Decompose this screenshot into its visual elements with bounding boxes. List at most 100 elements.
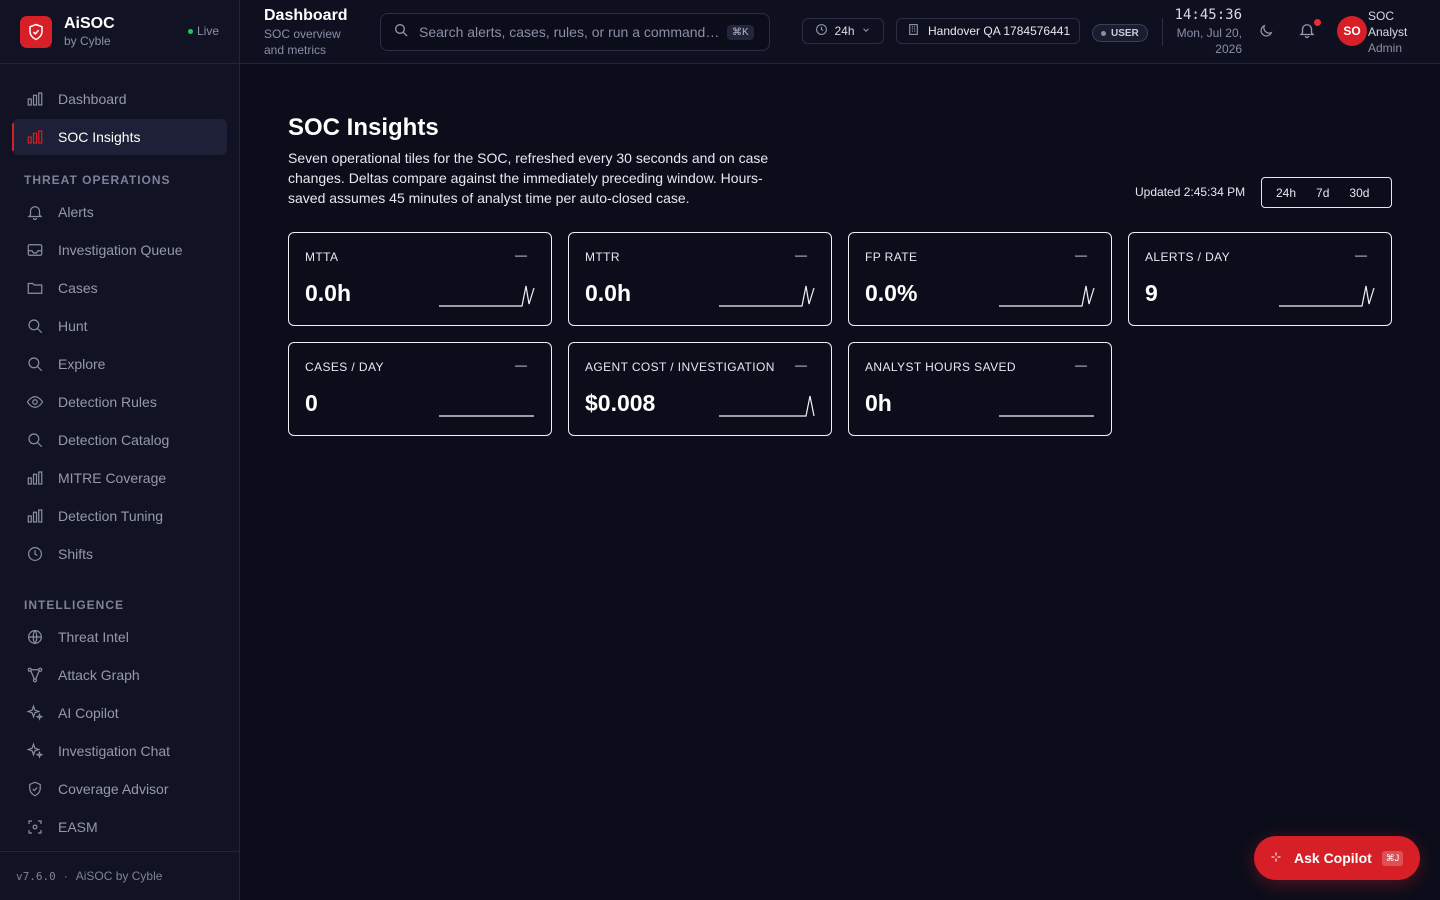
sidebar-item-shifts[interactable]: Shifts <box>12 536 227 572</box>
shield-icon <box>24 778 46 800</box>
tile-value: 0 <box>305 390 318 416</box>
sidebar-item-label: MITRE Coverage <box>58 470 167 486</box>
sidebar-item-label: Cases <box>58 280 98 296</box>
tile-delta: — <box>795 248 807 262</box>
scan-icon <box>24 816 46 838</box>
live-indicator: Live <box>187 24 219 38</box>
moon-icon[interactable] <box>1258 23 1274 44</box>
ask-copilot-button[interactable]: Ask Copilot ⌘J <box>1254 836 1420 880</box>
range-7d-button[interactable]: 7d <box>1306 178 1339 207</box>
sparkline-path <box>999 285 1095 307</box>
command-search[interactable]: Search alerts, cases, rules, or run a co… <box>380 13 770 51</box>
role-badge: USER <box>1092 24 1148 42</box>
avatar[interactable]: SO <box>1337 16 1367 46</box>
sidebar-nav: Dashboard SOC Insights THREAT OPERATIONS… <box>0 64 239 845</box>
search-icon <box>393 22 409 43</box>
sidebar-item-label: Shifts <box>58 546 94 562</box>
sidebar-item-alerts[interactable]: Alerts <box>12 194 227 230</box>
tile-delta: — <box>795 358 807 372</box>
metric-tile-mttr[interactable]: MTTR — 0.0h <box>568 232 832 326</box>
tile-delta: — <box>1075 358 1087 372</box>
page-title: SOC Insights <box>288 114 439 141</box>
range-segmented-control: 24h 7d 30d <box>1261 177 1392 208</box>
role-label: USER <box>1111 27 1139 39</box>
tile-label: MTTA <box>305 250 339 264</box>
sidebar-item-easm[interactable]: EASM <box>12 809 227 845</box>
live-dot-icon <box>187 28 193 34</box>
tile-label: ANALYST HOURS SAVED <box>865 360 1016 374</box>
sidebar-item-attack-graph[interactable]: Attack Graph <box>12 657 227 693</box>
user-menu[interactable]: SOC Analyst Admin <box>1368 8 1428 56</box>
updated-timestamp: Updated 2:45:34 PM <box>1135 185 1246 199</box>
clock-time: 14:45:36 <box>1174 7 1242 23</box>
search-icon <box>24 353 46 375</box>
nav-section-threat-operations: THREAT OPERATIONS <box>24 173 171 187</box>
sidebar-item-detection-catalog[interactable]: Detection Catalog <box>12 422 227 458</box>
sparkline-path <box>719 395 815 417</box>
tile-delta: — <box>1355 248 1367 262</box>
search-shortcut-badge: ⌘K <box>727 24 754 40</box>
metric-tile-alerts-day[interactable]: ALERTS / DAY — 9 <box>1128 232 1392 326</box>
bar-chart-icon <box>24 467 46 489</box>
notifications-bell-icon[interactable] <box>1298 21 1316 44</box>
notification-dot <box>1314 19 1321 26</box>
search-icon <box>24 315 46 337</box>
clock-icon <box>815 23 828 39</box>
metric-tile-agent-cost-investigation[interactable]: AGENT COST / INVESTIGATION — $0.008 <box>568 342 832 436</box>
sidebar-item-ai-copilot[interactable]: AI Copilot <box>12 695 227 731</box>
sidebar-item-soc-insights[interactable]: SOC Insights <box>12 119 227 155</box>
tile-value: 0.0h <box>585 280 632 306</box>
user-role: Admin <box>1368 41 1403 55</box>
sidebar-item-explore[interactable]: Explore <box>12 346 227 382</box>
search-input[interactable]: Search alerts, cases, rules, or run a co… <box>419 24 719 40</box>
role-dot-icon <box>1101 30 1106 36</box>
sidebar-item-label: Coverage Advisor <box>58 781 169 797</box>
brand[interactable]: AiSOC by Cyble Live <box>0 0 239 64</box>
nav-section-intelligence: INTELLIGENCE <box>24 598 125 612</box>
sparkline-path <box>1279 285 1375 307</box>
sidebar-item-label: Dashboard <box>58 91 127 107</box>
sparkline <box>719 395 815 417</box>
sidebar-item-detection-rules[interactable]: Detection Rules <box>12 384 227 420</box>
sidebar-item-threat-intel[interactable]: Threat Intel <box>12 619 227 655</box>
sidebar-item-investigation-chat[interactable]: Investigation Chat <box>12 733 227 769</box>
range-30d-button[interactable]: 30d <box>1339 178 1379 207</box>
sidebar-item-hunt[interactable]: Hunt <box>12 308 227 344</box>
sidebar-item-dashboard[interactable]: Dashboard <box>12 81 227 117</box>
header-divider <box>1162 18 1163 46</box>
metric-tile-cases-day[interactable]: CASES / DAY — 0 <box>288 342 552 436</box>
sparkline <box>999 415 1094 417</box>
clock: 14:45:36 Mon, Jul 20, 2026 <box>1164 7 1242 57</box>
metric-tile-fp-rate[interactable]: FP RATE — 0.0% <box>848 232 1112 326</box>
metric-tile-mtta[interactable]: MTTA — 0.0h <box>288 232 552 326</box>
sidebar-item-cases[interactable]: Cases <box>12 270 227 306</box>
tile-label: CASES / DAY <box>305 360 384 374</box>
tile-label: ALERTS / DAY <box>1145 250 1231 264</box>
folder-icon <box>24 277 46 299</box>
range-24h-button[interactable]: 24h <box>1266 178 1306 207</box>
sidebar-item-label: Alerts <box>58 204 94 220</box>
metric-tile-analyst-hours-saved[interactable]: ANALYST HOURS SAVED — 0h <box>848 342 1112 436</box>
tile-delta: — <box>1075 248 1087 262</box>
header-title: Dashboard <box>264 7 348 24</box>
sidebar-item-coverage-advisor[interactable]: Coverage Advisor <box>12 771 227 807</box>
handover-button[interactable]: Handover QA 1784576441 <box>896 18 1080 44</box>
ask-copilot-label: Ask Copilot <box>1294 850 1372 866</box>
sidebar-item-label: Hunt <box>58 318 88 334</box>
sparkle-icon <box>24 702 46 724</box>
bar-chart-icon <box>24 88 46 110</box>
sidebar-item-detection-tuning[interactable]: Detection Tuning <box>12 498 227 534</box>
tile-label: MTTR <box>585 250 620 264</box>
chevron-down-icon <box>861 24 871 38</box>
sidebar-item-label: Detection Rules <box>58 394 157 410</box>
tile-label: FP RATE <box>865 250 918 264</box>
sparkline-path <box>439 285 535 307</box>
sidebar-item-mitre-coverage[interactable]: MITRE Coverage <box>12 460 227 496</box>
sidebar-item-investigation-queue[interactable]: Investigation Queue <box>12 232 227 268</box>
brand-sub: by Cyble <box>64 33 111 48</box>
time-range-select[interactable]: 24h <box>802 18 884 44</box>
copilot-shortcut-badge: ⌘J <box>1381 850 1404 866</box>
building-icon <box>907 23 920 39</box>
sparkline <box>439 285 535 307</box>
brand-name: AiSOC <box>64 14 115 32</box>
